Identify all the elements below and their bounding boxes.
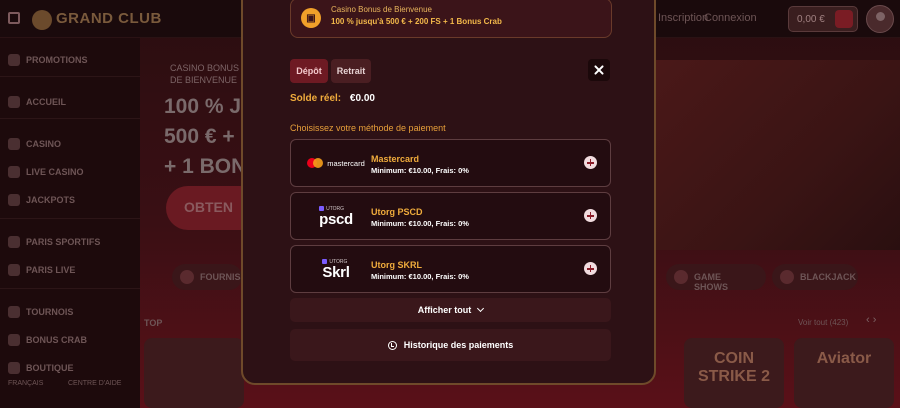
tournament-icon [8, 306, 20, 318]
payment-method-utorg-pscd[interactable]: UTORG pscd Utorg PSCD Minimum: €10.00, F… [290, 192, 611, 240]
tab-withdraw[interactable]: Retrait [331, 59, 371, 83]
carousel-arrows-icon[interactable]: ‹ › [866, 314, 876, 326]
crab-icon [8, 334, 20, 346]
divider [0, 288, 140, 289]
sidebar-item-label: PARIS LIVE [26, 265, 76, 275]
sidebar-item-label: BOUTIQUE [26, 363, 74, 373]
gift-icon [8, 54, 20, 66]
payment-method-name: Mastercard [371, 154, 420, 164]
sidebar-item-live-casino[interactable]: LIVE CASINO [8, 166, 84, 178]
sidebar-item-label: BONUS CRAB [26, 335, 88, 345]
sidebar-item-promotions[interactable]: PROMOTIONS [8, 54, 88, 66]
real-balance-value: €0.00 [349, 93, 375, 104]
category-providers[interactable]: FOURNISSEURS [172, 264, 272, 290]
utorg-skrl-logo: UTORG Skrl [301, 246, 371, 292]
show-all-label: Afficher tout [417, 305, 472, 315]
menu-toggle-icon[interactable] [8, 12, 20, 24]
sidebar-item-tournois[interactable]: TOURNOIS [8, 306, 73, 318]
sidebar-item-accueil[interactable]: ACCUEIL [8, 96, 66, 108]
category-blackjack[interactable]: BLACKJACK [772, 264, 858, 290]
payment-method-info: Minimum: €10.00, Frais: 0% [371, 219, 469, 228]
sidebar-item-label: TOURNOIS [26, 307, 74, 317]
utorg-pscd-logo: UTORG pscd [301, 193, 371, 239]
dice-icon [8, 138, 20, 150]
payment-method-name: Utorg PSCD [371, 207, 423, 217]
bonus-title: Casino Bonus de Bienvenue [331, 5, 432, 14]
game-tile[interactable]: Aviator [794, 338, 894, 408]
history-icon [387, 340, 397, 350]
game-tile[interactable]: COIN STRIKE 2 [684, 338, 784, 408]
sidebar-item-paris-live[interactable]: PARIS LIVE [8, 264, 75, 276]
sidebar-item-bonus-crab[interactable]: BONUS CRAB [8, 334, 87, 346]
utorg-logo-text: Skrl [322, 263, 350, 281]
bonus-description: 100 % jusqu'à 500 € + 200 FS + 1 Bonus C… [331, 17, 502, 26]
sidebar-item-label: LIVE CASINO [26, 167, 84, 177]
hero-subtitle: CASINO BONUS DE BIENVENUE [170, 63, 240, 85]
deposit-modal: ▣ Casino Bonus de Bienvenue 100 % jusqu'… [241, 0, 656, 385]
balance-value: 0,00 € [797, 14, 825, 25]
avatar[interactable] [866, 5, 894, 33]
language-selector[interactable]: FRANÇAIS [8, 380, 43, 387]
chevron-down-icon [477, 304, 485, 313]
ball-icon [8, 236, 20, 248]
game-tile-title: COIN STRIKE 2 [697, 350, 770, 385]
section-title-top: TOP [144, 318, 163, 328]
sidebar-item-label: ACCUEIL [26, 97, 66, 107]
game-tile-title: Aviator [816, 350, 872, 367]
payment-method-info: Minimum: €10.00, Frais: 0% [371, 166, 469, 175]
real-balance: Solde réel: €0.00 [290, 93, 375, 104]
payment-method-name: Utorg SKRL [371, 260, 422, 270]
sidebar-item-label: JACKPOTS [26, 195, 76, 205]
sidebar-item-jackpots[interactable]: JACKPOTS [8, 194, 75, 206]
home-icon [8, 96, 20, 108]
payment-method-mastercard[interactable]: mastercard Mastercard Minimum: €10.00, F… [290, 139, 611, 187]
plus-icon[interactable] [584, 209, 597, 222]
login-link[interactable]: Connexion [704, 12, 757, 24]
payment-method-utorg-skrl[interactable]: UTORG Skrl Utorg SKRL Minimum: €10.00, F… [290, 245, 611, 293]
sidebar-item-boutique[interactable]: BOUTIQUE [8, 362, 74, 374]
tab-deposit[interactable]: Dépôt [290, 59, 328, 83]
brand-logo[interactable]: GRAND CLUB [56, 10, 162, 27]
mastercard-logo: mastercard [301, 140, 371, 186]
category-game-shows[interactable]: GAME SHOWS [666, 264, 766, 292]
game-tile[interactable] [144, 338, 244, 408]
mastercard-icon [307, 158, 324, 168]
plus-icon[interactable] [584, 156, 597, 169]
gift-icon: ▣ [301, 8, 321, 28]
payment-method-info: Minimum: €10.00, Frais: 0% [371, 272, 469, 281]
payment-history-label: Historique des paiements [403, 340, 514, 350]
bonus-card[interactable]: ▣ Casino Bonus de Bienvenue 100 % jusqu'… [290, 0, 612, 38]
live-icon [8, 166, 20, 178]
real-balance-label: Solde réel: [290, 93, 342, 104]
divider [0, 76, 140, 77]
trophy-icon [8, 194, 20, 206]
logo-icon [32, 10, 52, 30]
balance-display[interactable]: 0,00 € [788, 6, 858, 32]
hero-banner-image [655, 60, 900, 250]
sidebar-item-paris-sportifs[interactable]: PARIS SPORTIFS [8, 236, 100, 248]
mastercard-logo-text: mastercard [327, 158, 365, 168]
wallet-icon[interactable] [835, 10, 853, 28]
sidebar-item-label: CASINO [26, 139, 62, 149]
sidebar-item-label: PARIS SPORTIFS [26, 237, 101, 247]
payment-method-heading: Choisissez votre méthode de paiement [290, 123, 446, 133]
sidebar-item-casino[interactable]: CASINO [8, 138, 61, 150]
payment-history-button[interactable]: Historique des paiements [290, 329, 611, 361]
plus-icon[interactable] [584, 262, 597, 275]
signup-link[interactable]: Inscription [658, 12, 708, 24]
sidebar: PROMOTIONS ACCUEIL CASINO LIVE CASINO JA… [0, 38, 140, 408]
shop-icon [8, 362, 20, 374]
sidebar-item-label: PROMOTIONS [26, 55, 88, 65]
divider [0, 218, 140, 219]
see-all-link[interactable]: Voir tout (423) [798, 318, 848, 327]
divider [0, 118, 140, 119]
live-bet-icon [8, 264, 20, 276]
utorg-logo-text: pscd [319, 210, 353, 228]
show-all-button[interactable]: Afficher tout [290, 298, 611, 322]
help-center-link[interactable]: CENTRE D'AIDE [68, 380, 121, 387]
close-icon[interactable] [588, 59, 610, 81]
